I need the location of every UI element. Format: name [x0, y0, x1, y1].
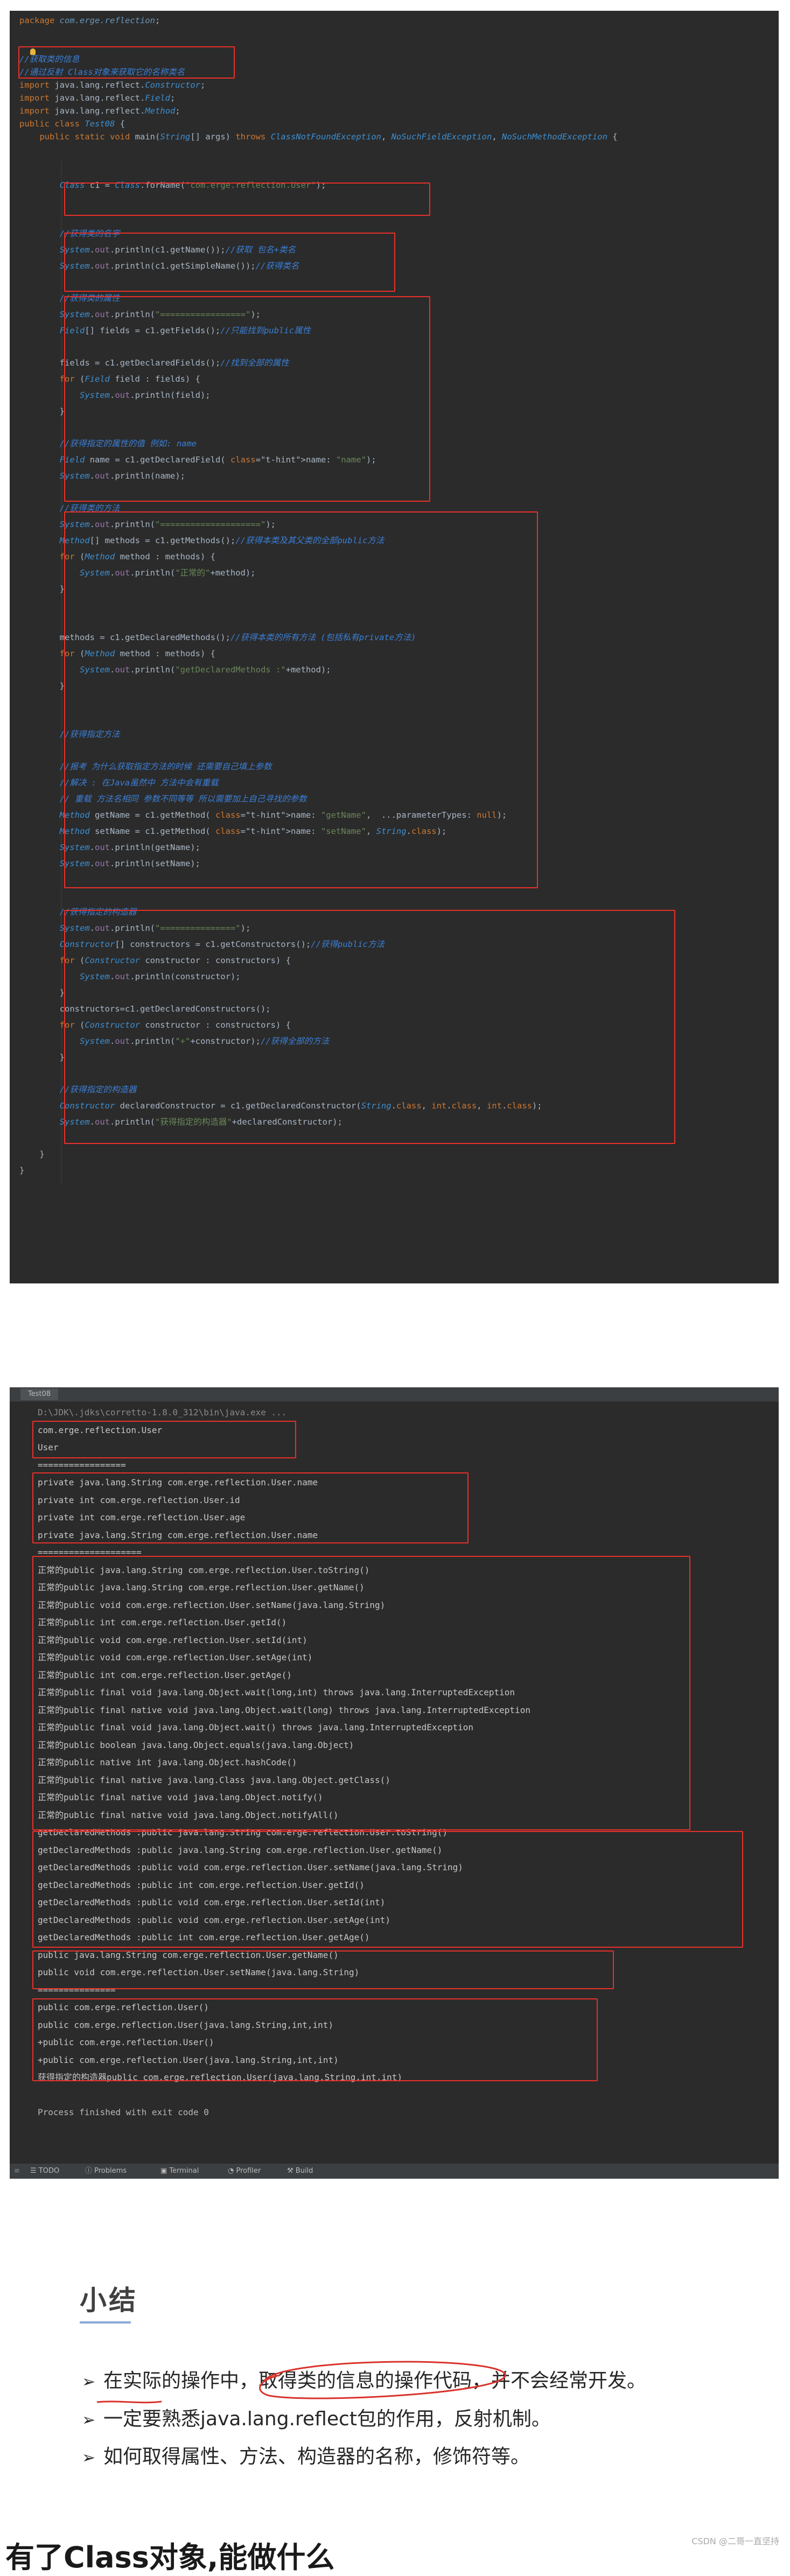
code-editor[interactable]: package com.erge.reflection;//获取类的信息//通过… — [10, 11, 779, 1283]
code-line[interactable]: public static void main(String[] args) t… — [19, 130, 617, 143]
highlight-box-class-info — [18, 46, 235, 79]
code-line[interactable]: } — [19, 1148, 44, 1161]
watermark: CSDN @二哥一直坚持 — [691, 2536, 779, 2546]
code-line[interactable]: } — [19, 986, 65, 999]
annotation-underline — [96, 2400, 162, 2404]
code-line[interactable]: } — [19, 1051, 65, 1064]
run-console[interactable]: Test08 D:\JDK\.jdks\corretto-1.8.0_312\b… — [10, 1387, 779, 2179]
problems-button[interactable]: ⓘ Problems — [85, 2164, 127, 2179]
profiler-icon: ◔ — [228, 2167, 236, 2175]
info-icon: ⓘ — [85, 2167, 95, 2175]
highlight-box-names — [32, 1421, 296, 1458]
console-tab-bar: Test08 — [10, 1387, 779, 1402]
highlight-box-method-output — [32, 1556, 690, 1830]
terminal-icon: ▣ — [160, 2167, 170, 2175]
console-line[interactable]: Process finished with exit code 0 — [38, 2107, 209, 2118]
profiler-button[interactable]: ◔ Profiler — [228, 2164, 261, 2179]
code-line[interactable]: import java.lang.reflect.Method; — [19, 104, 180, 117]
highlight-box-fields — [64, 296, 430, 502]
code-line[interactable]: } — [19, 405, 65, 418]
terminal-button[interactable]: ▣ Terminal — [160, 2164, 199, 2179]
todo-button[interactable]: ☰ TODO — [30, 2164, 59, 2179]
annotation-ellipse — [259, 2361, 506, 2399]
highlight-box-declared-output — [32, 1831, 743, 1948]
highlight-box-forname — [64, 183, 430, 216]
highlight-box-constructor-output — [32, 1998, 598, 2081]
handwritten-annotation — [96, 2361, 506, 2404]
highlight-box-class-name — [64, 233, 395, 292]
code-line[interactable]: } — [19, 582, 65, 595]
build-button[interactable]: ⚒ Build — [287, 2164, 313, 2179]
bottom-edge-glyph: ≡ — [14, 2167, 20, 2175]
code-line[interactable]: import java.lang.reflect.Constructor; — [19, 79, 205, 92]
arrow-bullet-icon: ➢ — [82, 2411, 96, 2430]
console-command-line[interactable]: D:\JDK\.jdks\corretto-1.8.0_312\bin\java… — [38, 1407, 286, 1419]
code-line[interactable]: package com.erge.reflection; — [19, 14, 160, 27]
highlight-box-field-output — [32, 1472, 469, 1543]
highlight-box-constructors — [64, 910, 675, 1144]
highlight-box-getmethod-output — [32, 1950, 614, 1989]
tool-window-bar: ≡ ☰ TODO ⓘ Problems ▣ Terminal ◔ Profile… — [10, 2163, 779, 2179]
hammer-icon: ⚒ — [287, 2167, 296, 2175]
console-line[interactable]: ================= — [38, 1459, 126, 1471]
list-icon: ☰ — [30, 2167, 39, 2175]
slide-title: 小结 — [80, 2285, 138, 2316]
tab-test08[interactable]: Test08 — [20, 1388, 59, 1400]
next-section-heading: 有了Class对象,能做什么 — [5, 2540, 335, 2574]
bullet-item: ➢ 如何取得属性、方法、构造器的名称，修饰符等。 — [82, 2446, 530, 2468]
highlight-box-methods — [64, 511, 538, 888]
title-underline — [80, 2321, 131, 2324]
code-line[interactable]: } — [19, 1164, 24, 1177]
code-line[interactable]: } — [19, 679, 65, 692]
code-line[interactable]: public class Test08 { — [19, 117, 125, 130]
arrow-bullet-icon: ➢ — [82, 2448, 96, 2467]
code-line[interactable]: import java.lang.reflect.Field; — [19, 92, 175, 104]
